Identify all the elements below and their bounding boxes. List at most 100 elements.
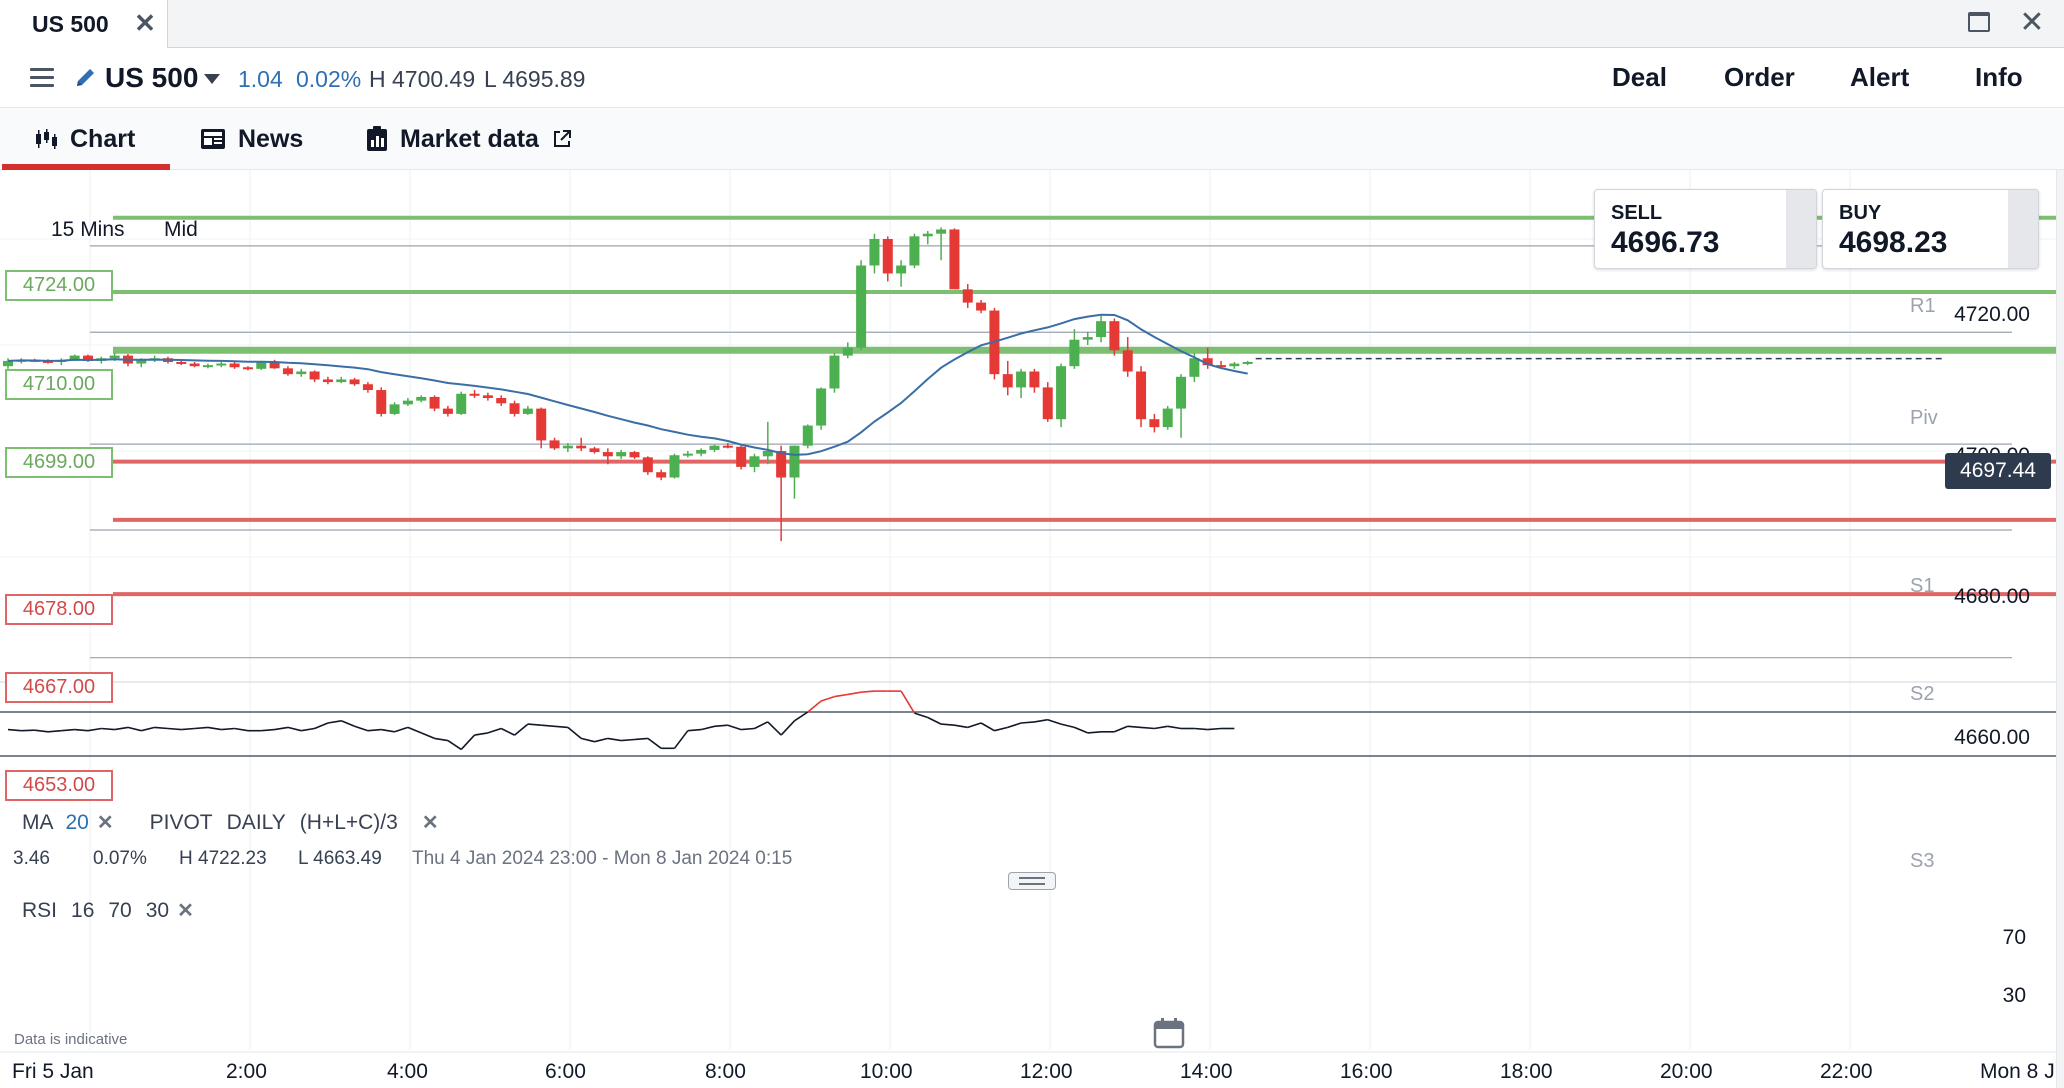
window-titlebar: US 500 ✕ ✕: [0, 0, 2064, 49]
remove-ma-icon[interactable]: ✕: [97, 810, 114, 835]
candle-body: [376, 390, 387, 414]
rsi-segment: [1127, 725, 1142, 729]
candle-body: [362, 384, 373, 391]
candlestick: [589, 446, 600, 454]
alert-button[interactable]: Alert: [1850, 62, 1909, 93]
candlestick: [669, 453, 680, 479]
rsi-segment: [541, 724, 555, 728]
rsi-segment: [847, 691, 862, 696]
candle-body: [1029, 371, 1040, 388]
candlestick: [309, 370, 320, 383]
level-tag-4653[interactable]: 4653.00: [5, 770, 113, 801]
rsi-segment: [327, 720, 342, 724]
candlestick: [362, 382, 373, 393]
price-axis-label: 4720.00: [1954, 303, 2030, 326]
rsi-segment: [47, 729, 62, 733]
chart-panel[interactable]: 15 Mins Mid SELL 4696.73 BUY 4698.23 472…: [0, 170, 2064, 1088]
candle-body: [256, 361, 267, 369]
rsi-segment: [394, 726, 409, 733]
rsi-indicator-legend[interactable]: RSI 16 70 30 ✕: [22, 898, 194, 923]
time-axis-label: 10:00: [860, 1060, 913, 1083]
info-button[interactable]: Info: [1975, 62, 2023, 93]
candle-body: [722, 445, 733, 448]
candlestick: [909, 233, 920, 269]
hamburger-menu-icon[interactable]: [30, 68, 54, 88]
order-button[interactable]: Order: [1724, 62, 1795, 93]
candle-body: [442, 408, 453, 414]
rsi-segment: [354, 725, 369, 732]
candle-body: [709, 445, 720, 450]
rsi-segment: [1007, 722, 1022, 729]
rsi-segment: [714, 724, 728, 728]
rsi-segment: [927, 716, 942, 725]
close-tab-icon[interactable]: ✕: [132, 10, 158, 36]
close-window-icon[interactable]: ✕: [2016, 6, 2048, 40]
content-tabs: Chart News Market data: [0, 108, 2064, 170]
calendar-icon[interactable]: [1153, 1017, 1185, 1049]
level-tag-4699[interactable]: 4699.00: [5, 447, 113, 478]
buy-quote-button[interactable]: BUY 4698.23: [1822, 189, 2039, 269]
remove-pivot-icon[interactable]: ✕: [422, 810, 439, 835]
rsi-segment: [834, 693, 848, 698]
tab-market-data[interactable]: Market data: [366, 122, 573, 156]
level-tag-4724[interactable]: 4724.00: [5, 270, 113, 301]
candle-body: [1109, 321, 1120, 351]
candle-body: [789, 445, 800, 478]
candlestick: [962, 284, 973, 308]
rsi-segment: [167, 727, 182, 731]
rsi-segment: [1167, 725, 1182, 730]
candlestick: [216, 361, 227, 368]
candle-body: [1136, 371, 1147, 420]
timeframe-selector[interactable]: 15 Mins: [51, 218, 125, 242]
rsi-segment: [754, 721, 769, 730]
rsi-segment: [1140, 726, 1155, 730]
tab-us500[interactable]: US 500 ✕: [0, 0, 168, 49]
candle-body: [829, 355, 840, 389]
instrument-name[interactable]: US 500: [105, 62, 198, 94]
tab-chart[interactable]: Chart: [34, 122, 135, 156]
candle-body: [549, 440, 560, 449]
candlestick: [656, 469, 667, 481]
rsi-segment: [1021, 721, 1035, 724]
rsi-segment: [474, 732, 489, 736]
rsi-segment: [941, 723, 955, 726]
price-chart[interactable]: [0, 170, 2064, 1088]
level-tag-4710[interactable]: 4710.00: [5, 369, 113, 400]
candle-body: [242, 367, 253, 370]
pencil-icon[interactable]: [74, 65, 98, 89]
time-axis-label: Mon 8 J: [1980, 1060, 2055, 1083]
maximize-icon[interactable]: [1968, 12, 1990, 32]
candlestick: [1109, 318, 1120, 356]
candle-body: [1069, 339, 1080, 367]
candle-body: [109, 355, 120, 359]
candlestick: [642, 456, 653, 475]
ma-indicator-legend[interactable]: MA 20 ✕ PIVOT DAILY (H+L+C)/3 ✕: [22, 810, 439, 835]
deal-button[interactable]: Deal: [1612, 62, 1667, 93]
rsi-segment: [127, 726, 142, 732]
candle-body: [842, 347, 853, 356]
panel-resize-handle[interactable]: [1008, 872, 1056, 890]
rsi-segment: [621, 738, 635, 742]
remove-rsi-icon[interactable]: ✕: [177, 898, 194, 923]
rsi-segment: [687, 728, 702, 732]
rsi-segment: [194, 726, 209, 730]
candle-body: [509, 403, 520, 414]
time-axis-label: Fri 5 Jan: [12, 1060, 94, 1083]
candle-body: [589, 448, 600, 453]
level-tag-4667[interactable]: 4667.00: [5, 672, 113, 703]
rsi-segment: [141, 726, 155, 732]
candlestick: [1042, 382, 1053, 422]
candlestick: [1002, 360, 1013, 396]
chevron-down-icon[interactable]: [204, 74, 220, 84]
candle-body: [402, 400, 413, 405]
candlestick: [629, 451, 640, 459]
candlestick: [682, 451, 693, 458]
level-tag-4678[interactable]: 4678.00: [5, 594, 113, 625]
price-change-percent: 0.02%: [296, 66, 362, 92]
chart-scroll-edge[interactable]: [2056, 170, 2064, 1088]
sell-quote-button[interactable]: SELL 4696.73: [1594, 189, 1817, 269]
tab-news[interactable]: News: [200, 122, 303, 156]
price-type-selector[interactable]: Mid: [164, 218, 198, 242]
candle-body: [642, 457, 653, 473]
candlestick: [762, 421, 773, 465]
